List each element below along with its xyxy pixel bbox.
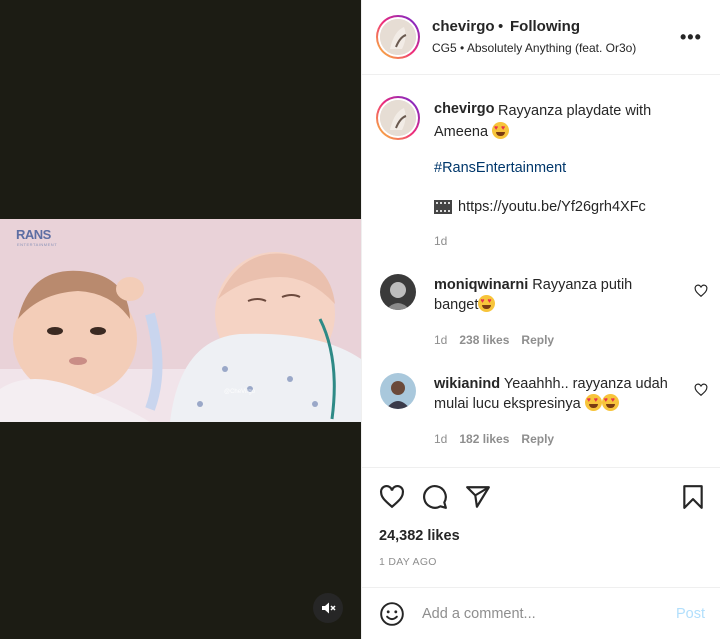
- comment-heart-icon[interactable]: [694, 383, 708, 397]
- comment-username[interactable]: wikianind: [434, 376, 500, 392]
- likes-count[interactable]: 24,382 likes: [379, 528, 460, 544]
- comment-meta: 1d 182 likes Reply: [434, 432, 554, 446]
- hashtag-link[interactable]: #RansEntertainment: [434, 160, 566, 176]
- comment-avatar[interactable]: [380, 373, 416, 409]
- youtube-link[interactable]: https://youtu.be/Yf26grh4XFc: [458, 199, 646, 215]
- video-brand-subtitle: ENTERTAINMENT: [17, 242, 58, 247]
- header-avatar[interactable]: [376, 15, 420, 59]
- video-frame-image: [0, 219, 361, 422]
- heart-icon[interactable]: [379, 484, 405, 510]
- heart-eyes-emoji: ♥ ♥: [478, 295, 496, 312]
- post-actions: 24,382 likes 1 DAY AGO: [362, 467, 720, 587]
- post-header: chevirgo • Following CG5 • Absolutely An…: [362, 0, 720, 75]
- comment-text-wrap: wikianind Yeaahhh.. rayyanza udah mulai …: [434, 374, 674, 414]
- video-player[interactable]: [0, 219, 361, 422]
- comment-likes[interactable]: 238 likes: [459, 333, 509, 347]
- add-comment-bar: Post: [362, 587, 720, 639]
- avatar-image: [380, 19, 416, 55]
- media-panel: RANS ENTERTAINMENT @CheVirgo: [0, 0, 361, 639]
- reply-button[interactable]: Reply: [521, 333, 554, 347]
- header-username[interactable]: chevirgo: [432, 18, 495, 35]
- post-date: 1 DAY AGO: [379, 556, 437, 568]
- comment-meta: 1d 238 likes Reply: [434, 333, 554, 347]
- caption-avatar[interactable]: [376, 96, 420, 140]
- comment-avatar[interactable]: [380, 274, 416, 310]
- post-comment-button[interactable]: Post: [676, 606, 705, 622]
- post-panel: chevirgo • Following CG5 • Absolutely An…: [361, 0, 720, 639]
- smiling-hearts-emoji: ♥ ♥: [492, 122, 510, 139]
- clapper-icon: [434, 200, 452, 214]
- heart-eyes-emoji: ♥ ♥: [584, 394, 602, 411]
- comment-input[interactable]: [422, 600, 662, 628]
- more-icon[interactable]: •••: [680, 27, 702, 48]
- mute-button[interactable]: [313, 593, 343, 623]
- comment-likes[interactable]: 182 likes: [459, 432, 509, 446]
- reply-button[interactable]: Reply: [521, 432, 554, 446]
- comment-time: 1d: [434, 432, 448, 446]
- caption-timestamp: 1d: [434, 234, 448, 248]
- share-icon[interactable]: [465, 484, 491, 510]
- caption-text-wrap: Rayyanza playdate with Ameena ♥ ♥: [434, 101, 702, 143]
- audio-track[interactable]: CG5 • Absolutely Anything (feat. Or3o): [432, 41, 636, 55]
- avatar-image: [380, 100, 416, 136]
- heart-eyes-emoji: ♥ ♥: [601, 394, 619, 411]
- emoji-icon[interactable]: [379, 601, 405, 627]
- following-button[interactable]: Following: [510, 18, 580, 35]
- comment-username[interactable]: moniqwinarni: [434, 277, 528, 293]
- muted-speaker-icon: [322, 602, 336, 614]
- comment-time: 1d: [434, 333, 448, 347]
- bookmark-icon[interactable]: [680, 484, 706, 510]
- video-watermark: @CheVirgo: [224, 389, 255, 395]
- comment-icon[interactable]: [422, 484, 448, 510]
- video-brand-logo: RANS: [16, 227, 51, 242]
- comment-heart-icon[interactable]: [694, 284, 708, 298]
- avatar-image: [380, 373, 416, 409]
- caption-text: Rayyanza playdate with Ameena: [434, 103, 652, 140]
- comment-text-wrap: moniqwinarni Rayyanza putih banget ♥ ♥: [434, 275, 674, 315]
- avatar-image: [380, 274, 416, 310]
- youtube-link-line: https://youtu.be/Yf26grh4XFc: [434, 199, 646, 215]
- header-separator: •: [498, 18, 504, 35]
